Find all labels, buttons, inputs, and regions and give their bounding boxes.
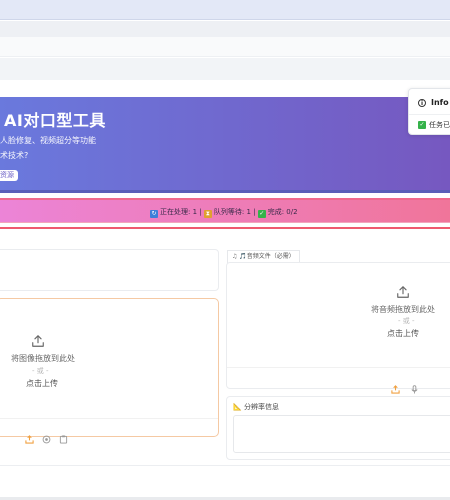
hourglass-icon: ⧗ <box>203 210 212 218</box>
audio-card-divider <box>227 367 450 368</box>
hero-divider <box>0 190 450 193</box>
hero-title: AI对口型工具 <box>4 111 106 130</box>
microphone-icon[interactable] <box>410 379 419 394</box>
notification-message: 任务已 <box>429 121 450 129</box>
resolution-panel: 📐 分辨率信息 <box>226 396 450 460</box>
audio-click-upload[interactable]: 点击上传 <box>387 328 419 339</box>
hero-subtitle: 人脸修复、视频超分等功能 <box>0 136 96 145</box>
info-notification[interactable]: i Info ✓ 任务已 <box>408 88 450 135</box>
image-source-icons <box>25 423 71 444</box>
notification-title: Info <box>431 98 449 107</box>
left-top-panel <box>0 249 219 291</box>
check-icon: ✓ <box>418 121 426 129</box>
ruler-icon: 📐 <box>233 403 242 411</box>
status-processing: 正在处理: 1 <box>160 208 198 216</box>
upload-icon <box>32 335 44 347</box>
image-drop-text: 将图像拖放到此处 <box>11 354 75 363</box>
music-note-icon: ♫ <box>232 253 238 260</box>
image-or-text: - 或 - <box>32 367 49 375</box>
image-click-upload[interactable]: 点击上传 <box>26 378 58 389</box>
audio-upload-dropzone[interactable]: 将音频拖放到此处 - 或 - 点击上传 <box>226 262 450 394</box>
hero-banner: AI对口型工具 人脸修复、视频超分等功能 术技术? 资源 <box>0 97 450 190</box>
clipboard-icon[interactable] <box>59 429 68 444</box>
processing-icon: ↻ <box>150 210 158 218</box>
status-queue: 队列等待: 1 <box>213 208 251 216</box>
check-icon: ✓ <box>257 210 266 218</box>
status-text: ↻ 正在处理: 1 | ⧗ 队列等待: 1 | ✓ 完成: 0/2 <box>150 207 298 218</box>
status-underline <box>0 227 450 229</box>
audio-drop-text: 将音频拖放到此处 <box>371 305 435 314</box>
notification-header: i Info <box>418 98 449 107</box>
status-separator: | <box>197 208 204 216</box>
image-upload-dropzone[interactable]: 将图像拖放到此处 - 或 - 点击上传 <box>0 298 219 444</box>
app-root: AI对口型工具 人脸修复、视频超分等功能 术技术? 资源 i Info ✓ 任务已 … <box>0 0 450 500</box>
section-divider <box>0 465 450 466</box>
hero-resource-button[interactable]: 资源 <box>0 170 18 181</box>
webcam-icon[interactable] <box>42 429 51 444</box>
upload-source-icon[interactable] <box>25 429 34 444</box>
header-strip <box>0 21 450 37</box>
nav-strip <box>0 37 450 57</box>
music-icon: 🎵 <box>239 253 247 260</box>
audio-source-icons <box>391 373 424 394</box>
info-icon: i <box>418 98 426 107</box>
audio-or-text: - 或 - <box>398 317 415 325</box>
audio-label-text: 音频文件（必需） <box>246 253 295 260</box>
notification-body: ✓ 任务已 <box>418 120 450 130</box>
browser-top-bar <box>0 0 450 20</box>
resolution-label-text: 分辨率信息 <box>243 403 279 411</box>
upload-icon <box>397 286 409 298</box>
resolution-info-field[interactable] <box>233 415 450 453</box>
notification-divider <box>409 114 450 115</box>
image-card-divider <box>0 418 218 419</box>
sub-nav-strip <box>0 58 450 80</box>
status-complete: 完成: 0/2 <box>267 208 298 216</box>
resolution-label: 📐 分辨率信息 <box>233 402 279 412</box>
hero-subtitle-2: 术技术? <box>0 151 29 160</box>
status-separator-2: | <box>250 208 258 216</box>
upload-source-icon[interactable] <box>391 379 400 394</box>
queue-status-bar: ↻ 正在处理: 1 | ⧗ 队列等待: 1 | ✓ 完成: 0/2 <box>0 198 450 223</box>
